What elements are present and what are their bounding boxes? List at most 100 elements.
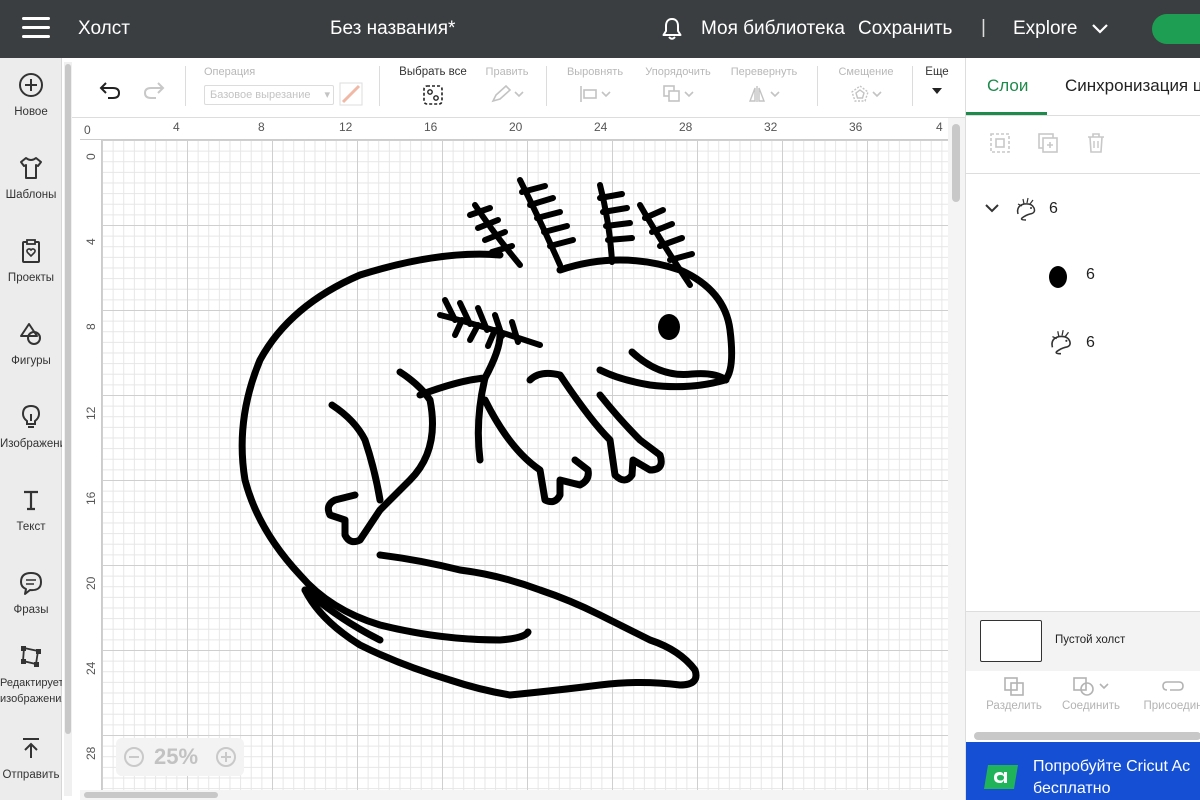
layer-group-row[interactable]: 6: [984, 196, 1194, 226]
make-it-button[interactable]: [1152, 14, 1200, 44]
explore-menu[interactable]: Explore: [1013, 18, 1077, 40]
hamburger-icon[interactable]: [22, 17, 50, 39]
clipboard-heart-icon: [22, 239, 40, 263]
flip-group[interactable]: Перевернуть: [726, 66, 802, 109]
layer-name: 6: [1086, 266, 1095, 283]
offset-label: Смещение: [838, 66, 894, 78]
align-icon: [580, 86, 611, 102]
tab-layers[interactable]: Слои: [987, 76, 1028, 96]
arrange-group[interactable]: Упорядочить: [640, 66, 716, 109]
sidebar-item-phrases[interactable]: Фразы: [0, 570, 62, 618]
align-label: Выровнять: [566, 66, 624, 78]
canvas-vertical-scrollbar[interactable]: [948, 118, 965, 800]
save-button[interactable]: Сохранить: [858, 18, 952, 40]
operation-group: Операция: [204, 66, 255, 78]
undo-icon[interactable]: [98, 80, 122, 100]
project-name[interactable]: Без названия*: [330, 18, 455, 40]
promo-banner[interactable]: Попробуйте Cricut Ac бесплатно: [966, 742, 1200, 800]
layer-name: 6: [1086, 334, 1095, 351]
black-ellipse-icon: [1049, 266, 1067, 288]
sidebar-item-label: Редактирует изображения: [0, 677, 62, 705]
zoom-control: 25%: [116, 738, 244, 776]
panel-scrollbar[interactable]: [974, 732, 1200, 740]
canvas-horizontal-scrollbar[interactable]: [80, 790, 948, 800]
sidebar-item-label: Изображения: [0, 438, 62, 450]
edit-label: Править: [485, 66, 529, 78]
layer-row[interactable]: 6: [1046, 262, 1196, 292]
speech-bubble-icon: [20, 572, 42, 595]
sidebar-item-label: Фразы: [13, 604, 49, 616]
select-all-icon: [423, 85, 443, 105]
cricut-access-logo-icon: [984, 765, 1018, 789]
operation-value: Базовое вырезание: [210, 89, 311, 101]
upload-icon: [23, 738, 39, 758]
axolotl-thumbnail-icon: [1016, 197, 1036, 221]
sidebar-item-edit-image[interactable]: Редактирует изображения: [0, 643, 62, 707]
select-all-label: Выбрать все: [399, 66, 467, 78]
slice-button[interactable]: Разделить: [984, 675, 1044, 712]
app-title: Холст: [78, 18, 130, 39]
edit-group[interactable]: Править: [479, 66, 535, 109]
pen-color-icon[interactable]: [339, 82, 363, 106]
canvas-swatch[interactable]: [980, 620, 1042, 662]
chevron-down-icon[interactable]: [984, 202, 1000, 214]
combine-button[interactable]: Соединить: [1058, 675, 1124, 712]
attach-button[interactable]: Присоедин: [1138, 675, 1200, 712]
shapes-icon: [20, 323, 41, 345]
caret-down-icon: [932, 88, 942, 94]
edit-image-icon: [21, 646, 41, 667]
tab-color-sync[interactable]: Синхронизация цв: [1065, 76, 1200, 96]
my-library-link[interactable]: Моя библиотека: [701, 18, 845, 40]
blank-canvas-row[interactable]: Пустой холст: [966, 611, 1200, 671]
redo-icon[interactable]: [142, 80, 166, 100]
sidebar-item-label: Проекты: [7, 272, 55, 284]
trash-icon[interactable]: [1084, 131, 1108, 155]
text-t-icon: [24, 490, 38, 511]
zoom-value: 25%: [154, 744, 199, 769]
group-icon[interactable]: [988, 131, 1012, 155]
design-canvas[interactable]: 0 4 8 12 16 20 24 28 32 36 4 0 4 8 12 16…: [80, 118, 948, 800]
arrange-icon: [663, 85, 694, 102]
combine-icon: [1073, 677, 1109, 696]
more-group[interactable]: Еще: [917, 66, 957, 103]
offset-group[interactable]: Смещение: [828, 66, 904, 109]
sidebar-item-label: Новое: [14, 106, 48, 118]
sidebar-item-label: Отправить: [2, 769, 60, 781]
bell-icon[interactable]: [661, 17, 683, 41]
sidebar-item-upload[interactable]: Отправить: [0, 735, 62, 783]
axolotl-thumbnail-icon: [1051, 330, 1071, 355]
left-sidebar: Новое Шаблоны Проекты Фигуры Изображен Т…: [0, 58, 62, 800]
layers-panel: Слои Синхронизация цв 6 6 6 Пустой холст…: [965, 58, 1200, 800]
promo-line-2: бесплатно: [1033, 780, 1111, 797]
plus-circle-icon: [19, 73, 43, 97]
sidebar-item-projects[interactable]: Проекты: [0, 238, 62, 286]
promo-line-1: Попробуйте Cricut Ac: [1033, 758, 1191, 775]
promo-text: Попробуйте Cricut Ac бесплатно: [1033, 756, 1190, 800]
sidebar-item-shapes[interactable]: Фигуры: [0, 321, 62, 369]
sidebar-item-label: Фигуры: [11, 355, 51, 367]
pencil-icon: [491, 84, 524, 103]
operation-select[interactable]: Базовое вырезание ▾: [204, 85, 334, 105]
more-label: Еще: [925, 66, 949, 78]
header-separator: |: [981, 17, 986, 38]
operation-label: Операция: [204, 66, 256, 78]
layer-row[interactable]: 6: [1046, 328, 1196, 358]
axolotl-drawing[interactable]: [80, 118, 948, 800]
combine-label: Соединить: [1061, 700, 1120, 712]
select-all-group[interactable]: Выбрать все: [392, 66, 474, 111]
edit-toolbar: Операция Базовое вырезание ▾ Выбрать все…: [72, 58, 965, 118]
slice-icon: [1004, 677, 1024, 696]
sidebar-item-text[interactable]: Текст: [0, 487, 62, 535]
sidebar-item-templates[interactable]: Шаблоны: [0, 155, 62, 203]
zoom-in-button[interactable]: [216, 747, 236, 767]
chevron-down-icon[interactable]: [1090, 19, 1110, 37]
align-group[interactable]: Выровнять: [560, 66, 630, 109]
sidebar-item-label: Шаблоны: [5, 189, 57, 201]
duplicate-icon[interactable]: [1036, 131, 1060, 155]
sidebar-item-images[interactable]: Изображения: [0, 404, 62, 452]
sidebar-scrollbar[interactable]: [64, 62, 72, 796]
sidebar-item-new[interactable]: Новое: [0, 72, 62, 120]
zoom-out-button[interactable]: [124, 747, 144, 767]
lightbulb-icon: [21, 404, 41, 428]
blank-canvas-label: Пустой холст: [1055, 634, 1126, 646]
